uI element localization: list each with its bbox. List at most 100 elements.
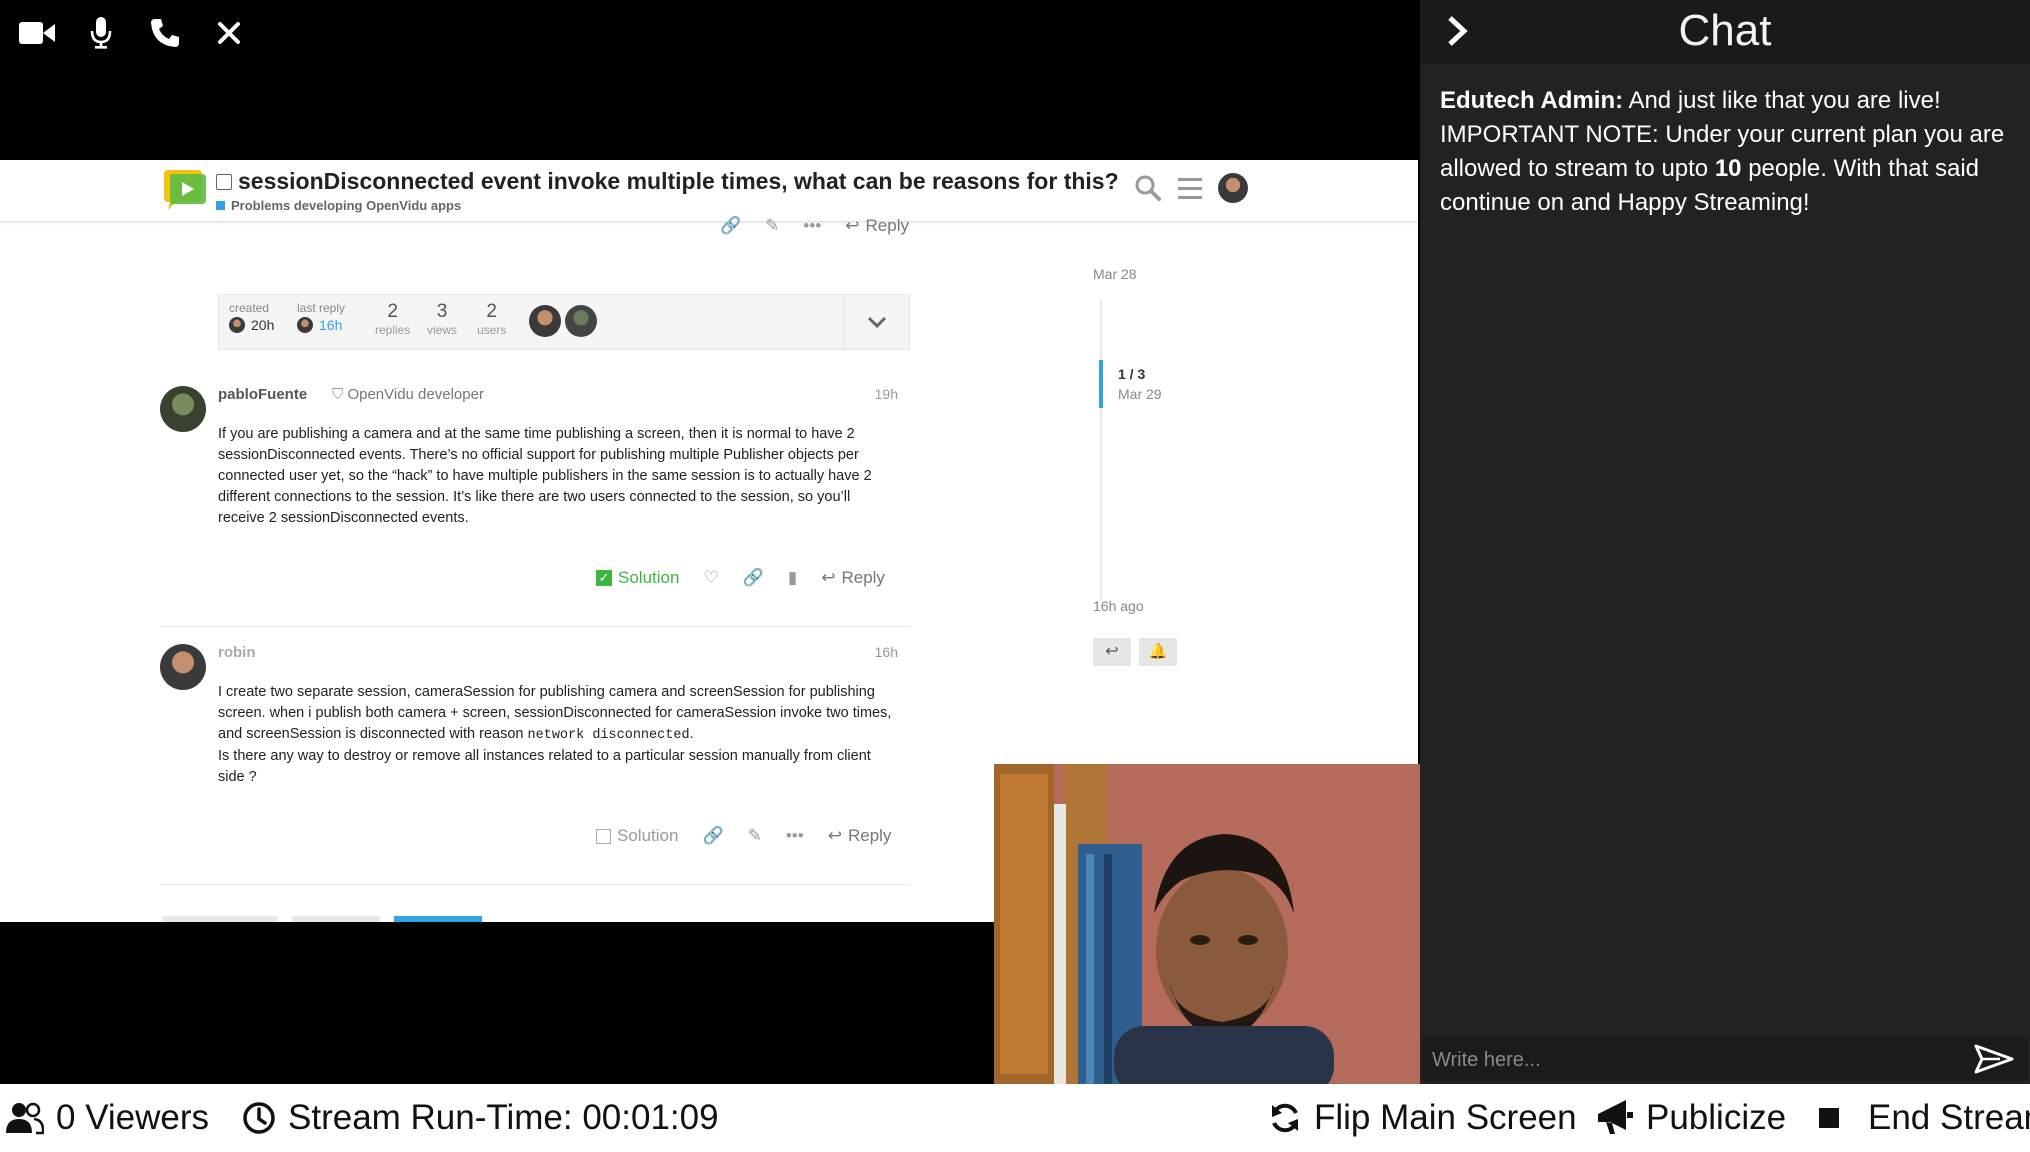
solution-button[interactable]: Solution xyxy=(596,826,678,846)
timeline-start-date[interactable]: Mar 28 xyxy=(1093,266,1137,282)
more-dots-icon[interactable]: ••• xyxy=(786,826,804,846)
views-stat: 3 views xyxy=(427,301,457,337)
topic-title[interactable]: sessionDisconnected event invoke multipl… xyxy=(216,168,1119,195)
call-controls xyxy=(18,14,248,52)
edit-pencil-icon[interactable]: ✎ xyxy=(765,216,779,236)
reply-button[interactable]: ↩ Reply xyxy=(845,216,909,236)
webcam-person-image xyxy=(994,764,1420,1084)
replies-stat: 2 replies xyxy=(375,301,410,337)
forum-logo-icon xyxy=(162,170,206,210)
creator-avatar xyxy=(229,317,245,333)
end-stream-label: End Stream xyxy=(1868,1098,2030,1137)
more-dots-icon[interactable]: ••• xyxy=(803,216,821,236)
post-pablofuente: pabloFuente ⛉ OpenVidu developer 19h If … xyxy=(160,386,910,586)
chevron-down-icon xyxy=(867,316,886,328)
expand-summary-button[interactable] xyxy=(843,295,909,349)
footer-reply-button[interactable] xyxy=(394,916,482,922)
reply-button[interactable]: ↩ Reply xyxy=(821,568,885,588)
pablofuente-avatar[interactable] xyxy=(160,386,206,432)
timeline-end-label[interactable]: 16h ago xyxy=(1093,598,1144,614)
solution-button[interactable]: ✓ Solution xyxy=(596,568,679,588)
notification-bell-button[interactable]: 🔔 xyxy=(1139,638,1177,666)
post-body-text: Is there any way to destroy or remove al… xyxy=(218,748,871,785)
solved-check-icon xyxy=(216,174,232,190)
send-icon[interactable] xyxy=(1974,1043,2014,1075)
live-stream-view: sessionDisconnected event invoke multipl… xyxy=(0,0,2030,1152)
reply-label: Reply xyxy=(865,216,909,235)
publicize-button[interactable]: Publicize xyxy=(1596,1098,1786,1138)
link-icon[interactable]: 🔗 xyxy=(702,826,723,846)
post-username[interactable]: robin xyxy=(218,644,256,661)
megaphone-icon xyxy=(1598,1100,1633,1134)
post-robin: robin 16h I create two separate session,… xyxy=(160,644,910,804)
link-icon[interactable]: 🔗 xyxy=(720,216,741,236)
current-user-avatar[interactable] xyxy=(1218,173,1248,203)
timeline-track[interactable] xyxy=(1100,300,1102,600)
stop-square-icon xyxy=(1819,1108,1839,1128)
reply-arrow-icon: ↩ xyxy=(827,826,842,845)
publicize-label: Publicize xyxy=(1646,1098,1787,1137)
webcam-preview[interactable] xyxy=(994,764,1420,1084)
chat-input[interactable] xyxy=(1432,1043,1952,1077)
created-stat: created 20h xyxy=(229,301,274,333)
post-body-text: . xyxy=(689,726,694,742)
post-user-title-text: OpenVidu developer xyxy=(347,386,484,403)
video-camera-icon[interactable] xyxy=(18,14,56,52)
close-icon[interactable] xyxy=(210,14,248,52)
topic-title-text[interactable]: sessionDisconnected event invoke multipl… xyxy=(238,168,1119,194)
created-label: created xyxy=(229,301,270,315)
link-icon[interactable]: 🔗 xyxy=(743,568,764,588)
category-label[interactable]: Problems developing OpenVidu apps xyxy=(231,198,461,213)
views-label: views xyxy=(427,323,458,337)
chat-input-bar xyxy=(1422,1037,2028,1081)
timeline-handle[interactable] xyxy=(1099,360,1103,408)
forum-header-icons xyxy=(1134,173,1248,203)
bookmark-icon[interactable]: ▮ xyxy=(788,568,797,588)
participant-avatar[interactable] xyxy=(565,305,597,337)
viewers-label: 0 Viewers xyxy=(56,1098,210,1137)
flip-main-screen-label: Flip Main Screen xyxy=(1314,1098,1577,1137)
clock-icon xyxy=(243,1102,275,1134)
users-label: users xyxy=(477,323,507,337)
post-1-actions: ✓ Solution ♡ 🔗 ▮ ↩ Reply xyxy=(572,568,885,588)
reply-button[interactable]: ↩ Reply xyxy=(828,826,892,846)
timeline-position-date: Mar 29 xyxy=(1118,386,1162,402)
sync-arrows-icon xyxy=(1272,1103,1298,1133)
topic-summary: created 20h last reply 16h 2 replies 3 vie… xyxy=(218,294,910,350)
reply-arrow-icon: ↩ xyxy=(845,216,860,235)
checkbox-icon xyxy=(596,828,611,844)
reply-arrow-icon: ↩ xyxy=(821,568,836,587)
shield-icon: ⛉ xyxy=(332,386,344,403)
last-reply-value[interactable]: 16h xyxy=(319,317,342,333)
post-user-title: ⛉ OpenVidu developer xyxy=(332,386,484,403)
post-username[interactable]: pabloFuente xyxy=(218,386,307,403)
participant-avatar[interactable] xyxy=(529,305,561,337)
chat-message: Edutech Admin: And just like that you ar… xyxy=(1440,84,2020,220)
robin-avatar[interactable] xyxy=(160,644,206,690)
post-time[interactable]: 16h xyxy=(875,644,898,660)
users-count: 2 xyxy=(486,301,497,322)
flip-main-screen-button[interactable]: Flip Main Screen xyxy=(1268,1098,1577,1138)
post-divider xyxy=(160,626,910,627)
phone-icon[interactable] xyxy=(146,14,184,52)
chat-messages: Edutech Admin: And just like that you ar… xyxy=(1440,84,2020,220)
post-time[interactable]: 19h xyxy=(875,386,898,402)
edit-pencil-icon[interactable]: ✎ xyxy=(748,826,762,846)
microphone-icon[interactable] xyxy=(82,14,120,52)
search-icon[interactable] xyxy=(1134,174,1162,202)
footer-button[interactable] xyxy=(292,916,380,922)
chat-message-highlight: 10 xyxy=(1714,155,1742,182)
topic-category[interactable]: Problems developing OpenVidu apps xyxy=(216,198,461,213)
chat-title: Chat xyxy=(1678,6,1772,55)
forum-header: sessionDisconnected event invoke multipl… xyxy=(0,160,1418,222)
footer-button[interactable] xyxy=(162,916,278,922)
last-reply-stat[interactable]: last reply 16h xyxy=(297,301,345,333)
hamburger-menu-icon[interactable] xyxy=(1176,176,1204,200)
viewers-count: 0 Viewers xyxy=(6,1098,209,1138)
timeline-reply-button[interactable]: ↩ xyxy=(1093,638,1131,666)
bell-icon: 🔔 xyxy=(1148,643,1168,660)
end-stream-button[interactable]: End Stream xyxy=(1816,1098,2030,1138)
checkbox-checked-icon: ✓ xyxy=(596,570,612,586)
like-heart-icon[interactable]: ♡ xyxy=(703,568,718,588)
stream-runtime: Stream Run-Time: 00:01:09 xyxy=(242,1098,719,1138)
